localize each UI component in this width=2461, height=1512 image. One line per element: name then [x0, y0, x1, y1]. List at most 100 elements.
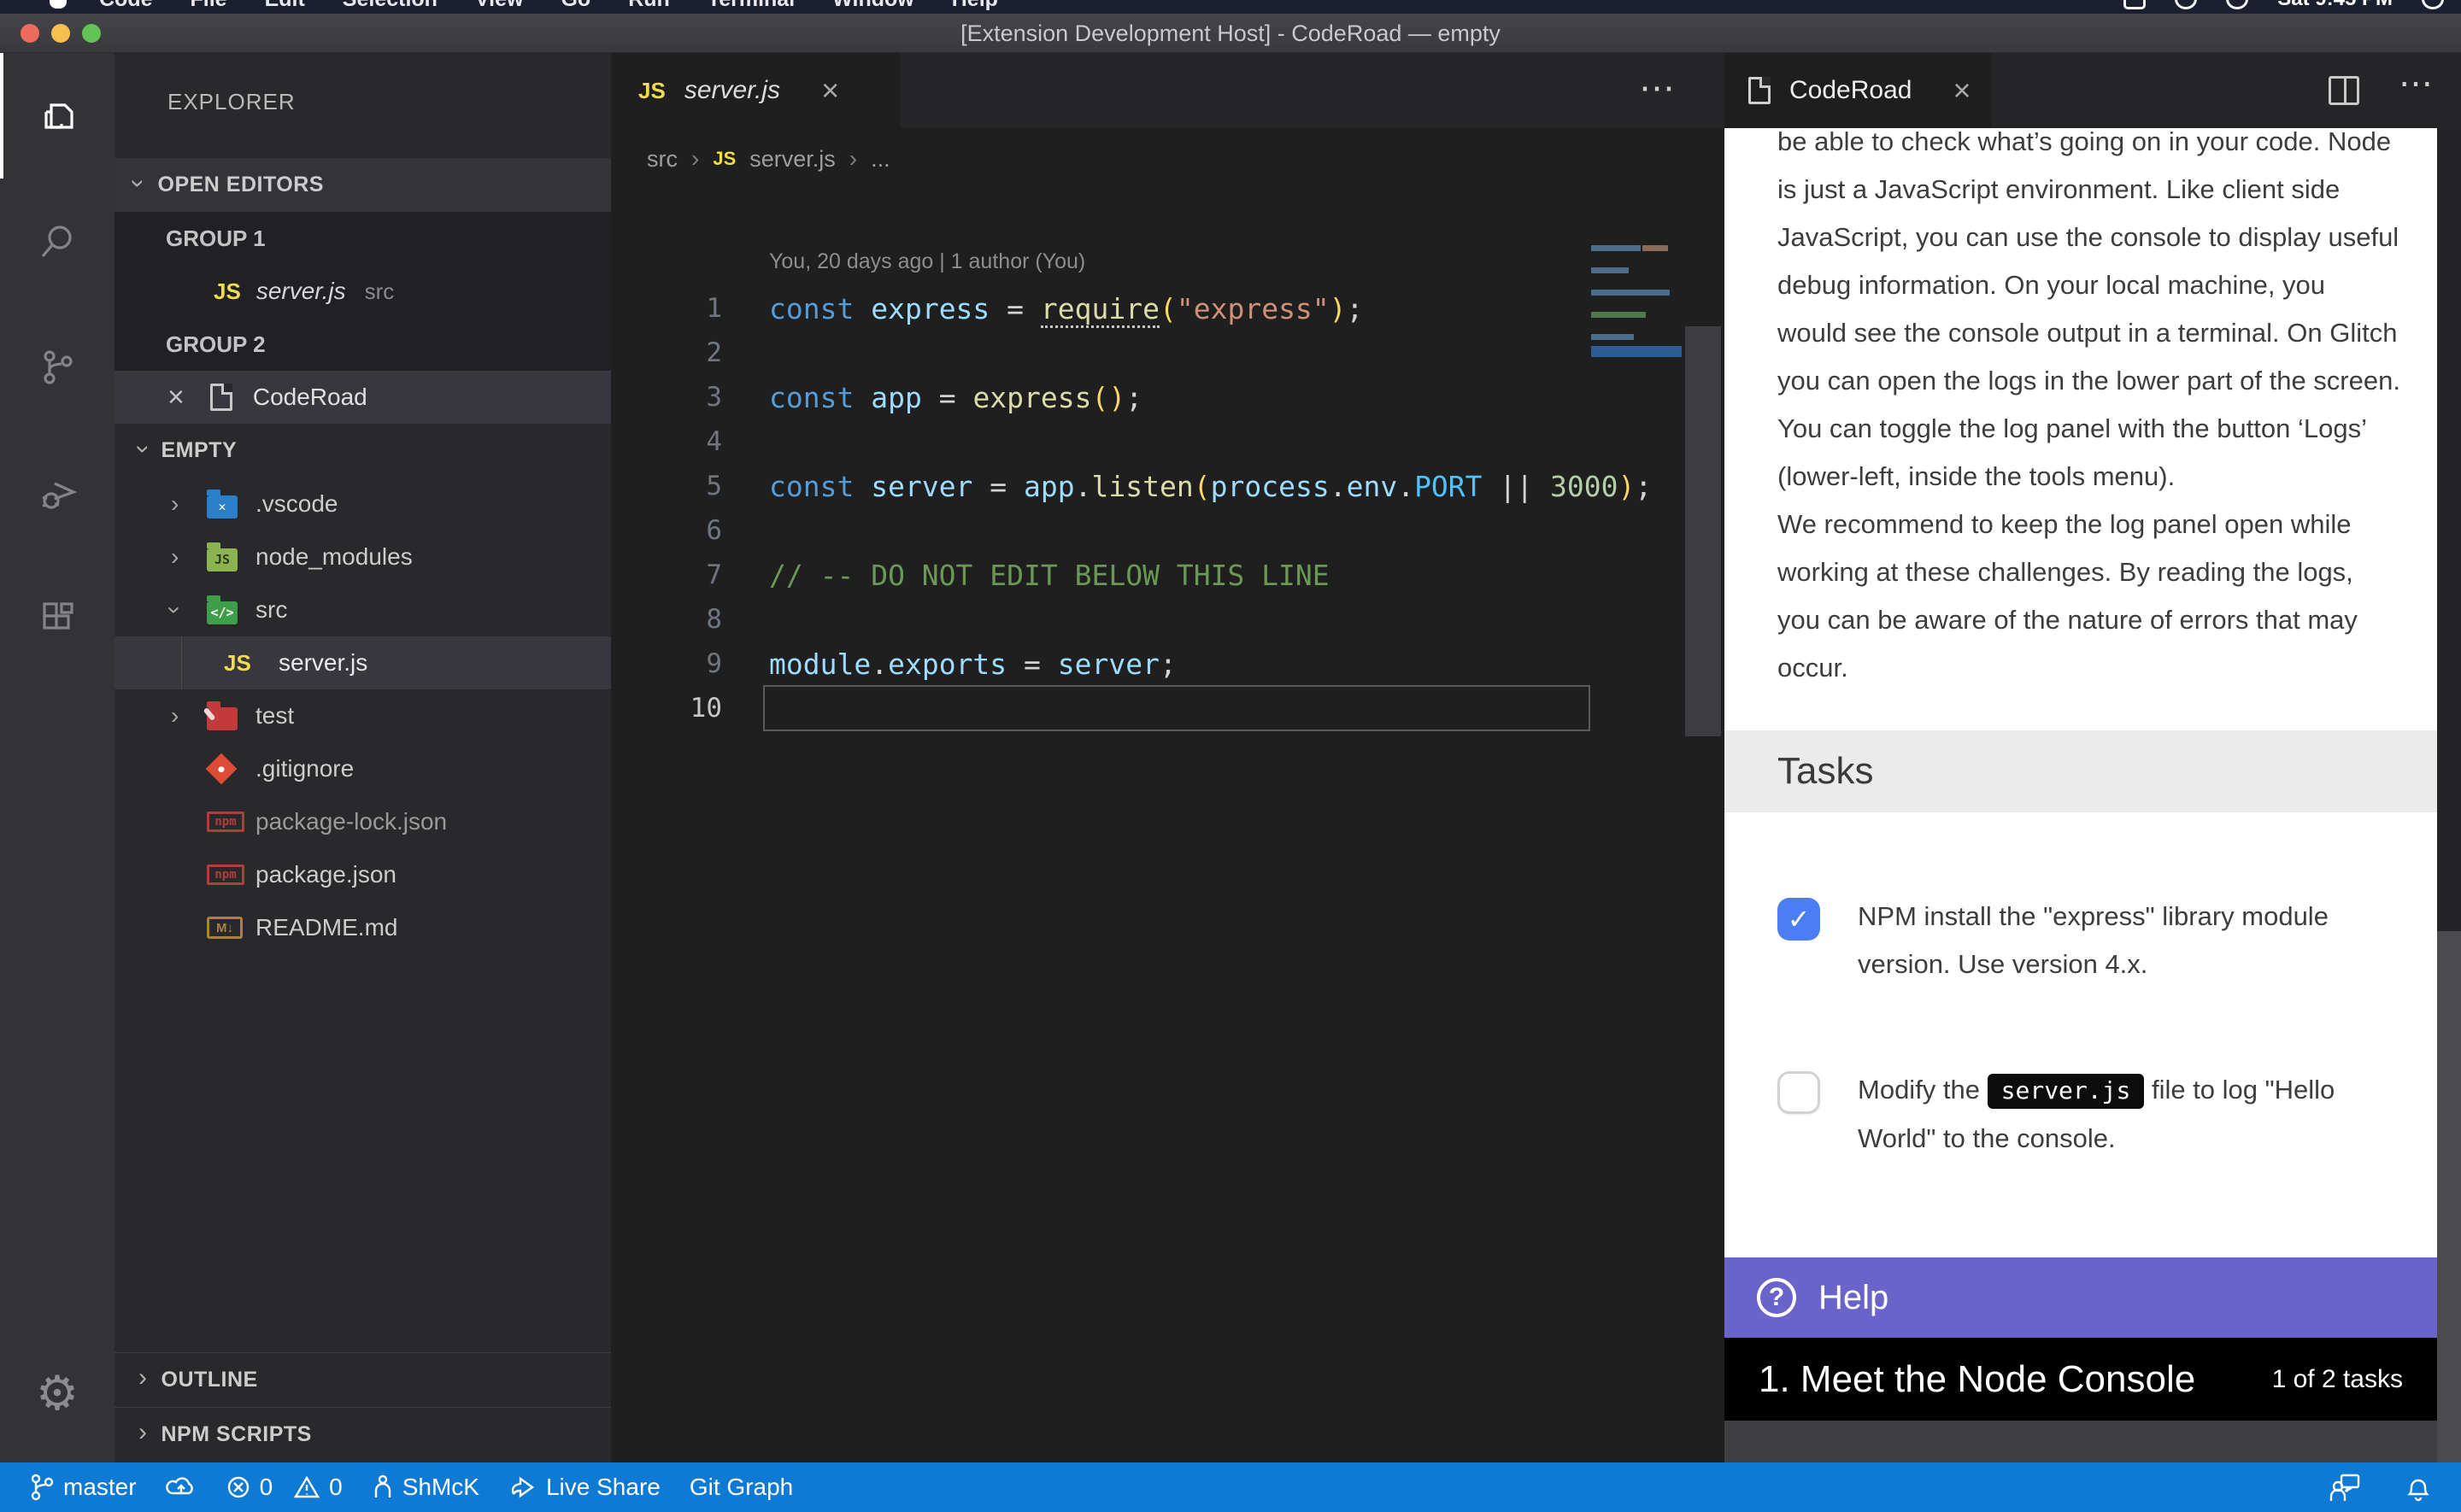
breadcrumb[interactable]: src › JS server.js › ... — [611, 128, 1724, 190]
menu-item-view[interactable]: View — [475, 0, 524, 11]
open-editors-header[interactable]: › OPEN EDITORS — [115, 158, 611, 212]
settings-gear-icon[interactable]: ⚙ — [0, 1330, 115, 1456]
sidebar-title: EXPLORER — [167, 89, 296, 115]
extensions-icon[interactable] — [0, 555, 115, 681]
editor-more-actions-icon[interactable]: ⋯ — [1639, 67, 1677, 108]
editor-tab-bar: JS server.js × ⋯ — [611, 53, 1724, 128]
feedback-icon[interactable] — [2329, 1472, 2362, 1503]
status-icon[interactable] — [2422, 0, 2444, 9]
editor-group-1-label: GROUP 1 — [166, 212, 266, 265]
code-line-10[interactable]: 10 — [611, 686, 1724, 730]
chevron-right-icon: › — [171, 490, 179, 518]
code-line-9[interactable]: 9module.exports = server; — [611, 642, 1724, 686]
chevron-right-icon: › — [691, 145, 699, 173]
task-item-modify-server: Modify the server.js file to log "Hello … — [1777, 1066, 2393, 1163]
task-label: NPM install the "express" library module… — [1858, 893, 2393, 988]
tree-item-serverjs[interactable]: JS server.js — [115, 636, 611, 689]
open-editor-serverjs[interactable]: JS server.js src — [115, 265, 611, 318]
code-line-1[interactable]: 1const express = require("express"); — [611, 286, 1724, 331]
code-line-4[interactable]: 4 — [611, 419, 1724, 464]
run-debug-icon[interactable] — [0, 430, 115, 555]
problems-status[interactable]: 0 0 — [226, 1474, 343, 1501]
code-line-2[interactable]: 2 — [611, 331, 1724, 375]
liveshare-account[interactable]: ShMcK — [372, 1474, 479, 1501]
apple-menu-icon[interactable] — [50, 0, 67, 9]
menu-item-terminal[interactable]: Terminal — [708, 0, 795, 11]
warnings-icon — [293, 1474, 320, 1500]
tab-serverjs[interactable]: JS server.js × — [611, 53, 900, 128]
help-button[interactable]: ? Help — [1724, 1257, 2437, 1338]
npm-scripts-section-header[interactable]: › NPM SCRIPTS — [115, 1407, 611, 1461]
tasks-header: Tasks — [1724, 730, 2437, 812]
chevron-down-icon: › — [123, 179, 152, 188]
breadcrumb-src[interactable]: src — [647, 146, 678, 173]
liveshare-status[interactable]: Live Share — [508, 1474, 661, 1501]
close-icon[interactable]: × — [167, 381, 185, 414]
source-control-icon[interactable] — [0, 304, 115, 430]
search-icon[interactable] — [0, 179, 115, 304]
code-line-8[interactable]: 8 — [611, 597, 1724, 642]
status-icon[interactable] — [2175, 0, 2197, 9]
more-actions-icon[interactable]: ⋯ — [2399, 64, 2435, 103]
tree-item-gitignore[interactable]: .gitignore — [115, 742, 611, 795]
split-editor-icon[interactable] — [2329, 76, 2359, 105]
status-icon[interactable] — [2123, 0, 2146, 9]
npm-icon: npm — [207, 864, 244, 885]
explorer-icon[interactable] — [0, 53, 115, 179]
webview-file-icon — [1748, 77, 1771, 104]
menu-item-edit[interactable]: Edit — [265, 0, 305, 11]
editor-group-2-label: GROUP 2 — [166, 318, 266, 371]
breadcrumb-symbol[interactable]: ... — [871, 146, 890, 173]
line-number: 2 — [611, 337, 722, 368]
sync-status[interactable] — [166, 1474, 197, 1500]
code-line-5[interactable]: 5const server = app.listen(process.env.P… — [611, 464, 1724, 508]
scrollbar-thumb[interactable] — [2437, 931, 2461, 1462]
lesson-footer[interactable]: 1. Meet the Node Console 1 of 2 tasks — [1724, 1338, 2437, 1421]
line-number: 5 — [611, 471, 722, 501]
webview-file-icon — [210, 384, 232, 411]
line-number: 4 — [611, 426, 722, 457]
menu-item-code[interactable]: Code — [99, 0, 153, 11]
webview-scrollbar[interactable] — [2437, 128, 2461, 1462]
tree-item-vscode[interactable]: › ✕ .vscode — [115, 478, 611, 530]
git-branch-status[interactable]: master — [29, 1473, 137, 1502]
open-editor-coderoad[interactable]: × CodeRoad — [115, 371, 611, 424]
open-editors-label: OPEN EDITORS — [158, 173, 324, 197]
menu-item-selection[interactable]: Selection — [343, 0, 438, 11]
tab-coderoad[interactable]: CodeRoad × — [1724, 53, 1991, 128]
tree-item-package-json[interactable]: npm package.json — [115, 848, 611, 901]
breadcrumb-file[interactable]: server.js — [749, 146, 836, 173]
menu-item-go[interactable]: Go — [561, 0, 590, 11]
git-icon — [206, 753, 238, 785]
status-icon[interactable] — [2226, 0, 2248, 9]
close-icon[interactable]: × — [1953, 73, 1971, 108]
tree-item-node-modules[interactable]: › JS node_modules — [115, 530, 611, 583]
code-line-7[interactable]: 7// -- DO NOT EDIT BELOW THIS LINE — [611, 553, 1724, 597]
bell-icon[interactable] — [2405, 1472, 2432, 1503]
js-file-icon: JS — [224, 650, 251, 677]
outline-section-header[interactable]: › OUTLINE — [115, 1352, 611, 1406]
lesson-title: 1. Meet the Node Console — [1759, 1358, 2195, 1401]
close-icon[interactable]: × — [821, 73, 839, 108]
menu-item-window[interactable]: Window — [832, 0, 914, 11]
checkbox-unchecked-icon[interactable] — [1777, 1071, 1820, 1114]
workspace-section-header[interactable]: › EMPTY — [115, 424, 611, 478]
checkbox-checked-icon[interactable]: ✓ — [1777, 898, 1820, 941]
menu-item-file[interactable]: File — [191, 0, 227, 11]
code-line-3[interactable]: 3const app = express(); — [611, 375, 1724, 419]
menu-item-run[interactable]: Run — [628, 0, 670, 11]
code-line-6[interactable]: 6 — [611, 508, 1724, 553]
minimap[interactable] — [1591, 245, 1682, 433]
vertical-scrollbar[interactable] — [1685, 326, 1721, 736]
code-editor[interactable]: 1const express = require("express"); 2 3co… — [611, 190, 1724, 1462]
task-item-npm-install: ✓ NPM install the "express" library modu… — [1777, 893, 2393, 988]
menu-clock[interactable]: Sat 9:45 PM — [2277, 0, 2393, 11]
chevron-right-icon: › — [138, 1418, 148, 1447]
git-graph-status[interactable]: Git Graph — [690, 1474, 793, 1501]
tree-item-src[interactable]: › </> src — [115, 583, 611, 636]
tree-item-readme[interactable]: M↓ README.md — [115, 901, 611, 954]
tree-item-package-lock[interactable]: npm package-lock.json — [115, 795, 611, 848]
tree-item-test[interactable]: › test — [115, 689, 611, 742]
window-title-bar: [Extension Development Host] - CodeRoad … — [0, 14, 2461, 53]
menu-item-help[interactable]: Help — [952, 0, 998, 11]
